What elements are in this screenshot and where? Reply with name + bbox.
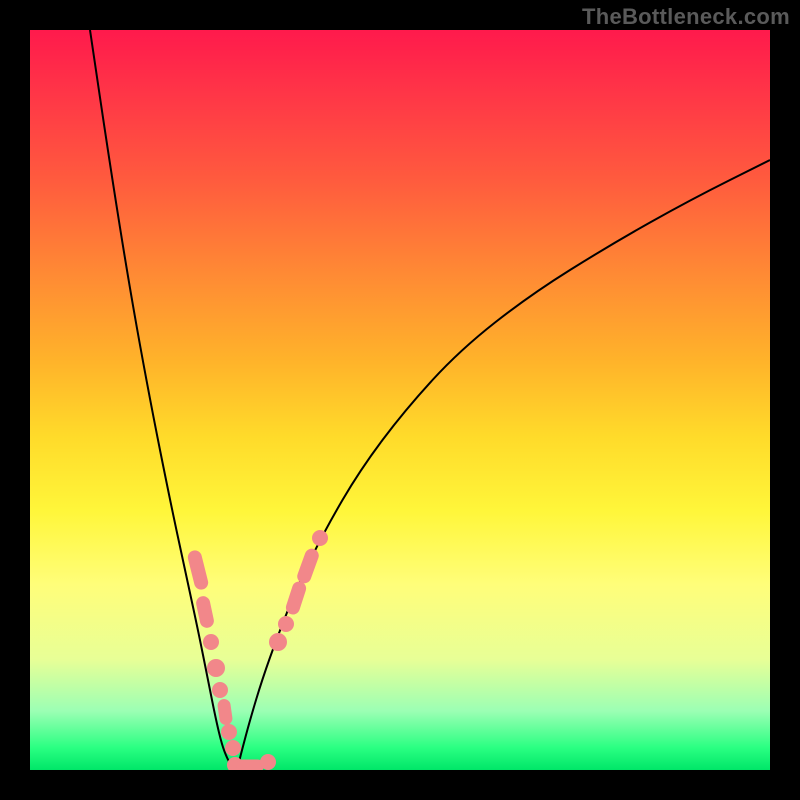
right-marker-1	[278, 616, 294, 632]
bottom-marker-1	[236, 760, 264, 771]
chart-stage: TheBottleneck.com	[0, 0, 800, 800]
left-marker-7	[225, 740, 241, 756]
right-curve	[237, 160, 770, 770]
watermark-text: TheBottleneck.com	[582, 4, 790, 30]
left-marker-1	[195, 595, 215, 629]
bottom-marker-2	[260, 754, 276, 770]
left-curve	[90, 30, 237, 770]
right-marker-4	[312, 530, 328, 546]
left-marker-5	[217, 698, 233, 726]
plot-frame	[30, 30, 770, 770]
left-marker-4	[212, 682, 228, 698]
right-marker-2	[284, 580, 308, 617]
left-marker-2	[203, 634, 219, 650]
left-marker-6	[221, 724, 237, 740]
right-marker-3	[295, 547, 320, 586]
plot-svg	[30, 30, 770, 770]
right-marker-0	[269, 633, 287, 651]
markers-group	[186, 530, 328, 770]
left-marker-0	[186, 549, 209, 591]
left-marker-3	[207, 659, 225, 677]
